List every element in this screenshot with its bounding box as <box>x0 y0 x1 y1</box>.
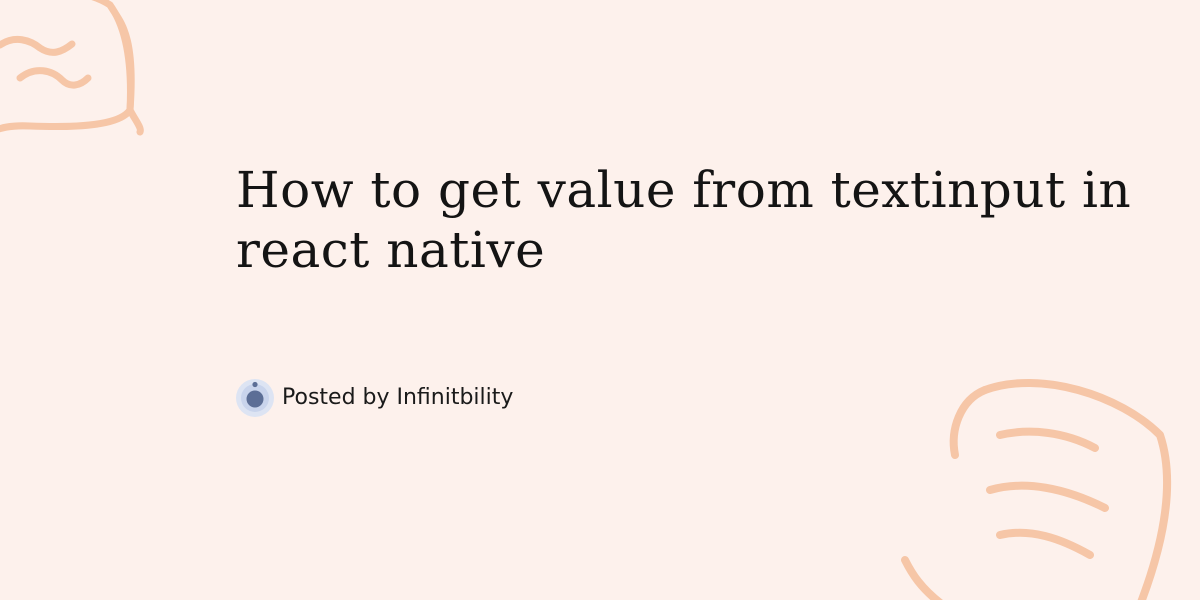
infinitbility-logo-icon <box>236 379 274 417</box>
og-card: How to get value from textinput in react… <box>0 0 1200 600</box>
author-byline: Posted by Infinitbility <box>234 375 513 419</box>
doodle-note-icon <box>901 379 1171 600</box>
post-title: How to get value from textinput in react… <box>236 161 1132 279</box>
author-line: Posted by Infinitbility <box>282 384 514 410</box>
doodle-chat-bubble-icon <box>0 0 144 136</box>
